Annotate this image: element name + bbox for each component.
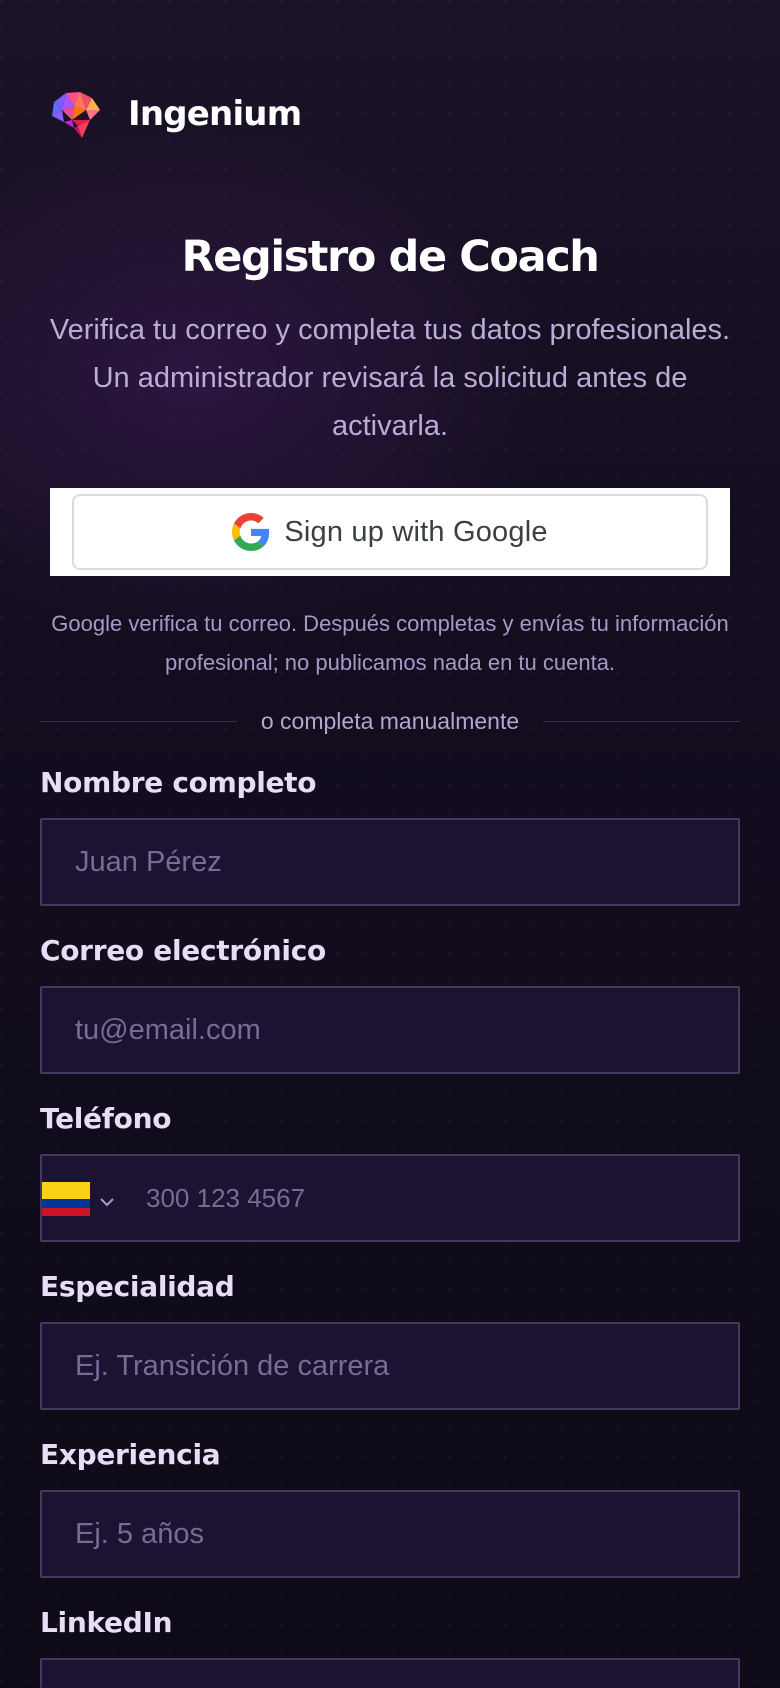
page-title: Registro de Coach: [181, 232, 600, 282]
full-name-input[interactable]: [40, 818, 740, 906]
google-note: Google verifica tu correo. Después compl…: [51, 611, 729, 675]
colombia-flag-icon: [42, 1182, 90, 1216]
page-subtitle: Verifica tu correo y completa tus datos …: [49, 314, 731, 442]
full-name-label: Nombre completo: [40, 766, 317, 799]
google-signup-label: Sign up with Google: [284, 515, 548, 548]
country-code-select[interactable]: [42, 1180, 116, 1218]
email-input[interactable]: [40, 986, 740, 1074]
experience-input[interactable]: [40, 1490, 740, 1578]
google-signup-button[interactable]: Sign up with Google: [72, 494, 708, 570]
phone-input[interactable]: [146, 1156, 706, 1240]
chevron-down-icon: [100, 1198, 114, 1207]
phone-label: Teléfono: [40, 1102, 172, 1135]
divider-line-right: [543, 720, 741, 722]
specialty-input[interactable]: [40, 1322, 740, 1410]
phone-field: [40, 1154, 740, 1242]
brain-logo-icon: [52, 92, 100, 138]
brand-name: Ingenium: [128, 94, 302, 134]
experience-label: Experiencia: [40, 1438, 221, 1471]
specialty-label: Especialidad: [40, 1270, 235, 1303]
google-signup-container: Sign up with Google: [50, 488, 730, 576]
brand-header[interactable]: Ingenium: [48, 88, 302, 140]
divider-label: o completa manualmente: [260, 707, 520, 734]
or-divider: o completa manualmente: [40, 704, 741, 738]
linkedin-input[interactable]: [40, 1658, 740, 1688]
divider-line-left: [40, 720, 237, 722]
email-label: Correo electrónico: [40, 934, 326, 967]
google-g-icon: [232, 513, 270, 551]
linkedin-label: LinkedIn: [40, 1606, 173, 1639]
